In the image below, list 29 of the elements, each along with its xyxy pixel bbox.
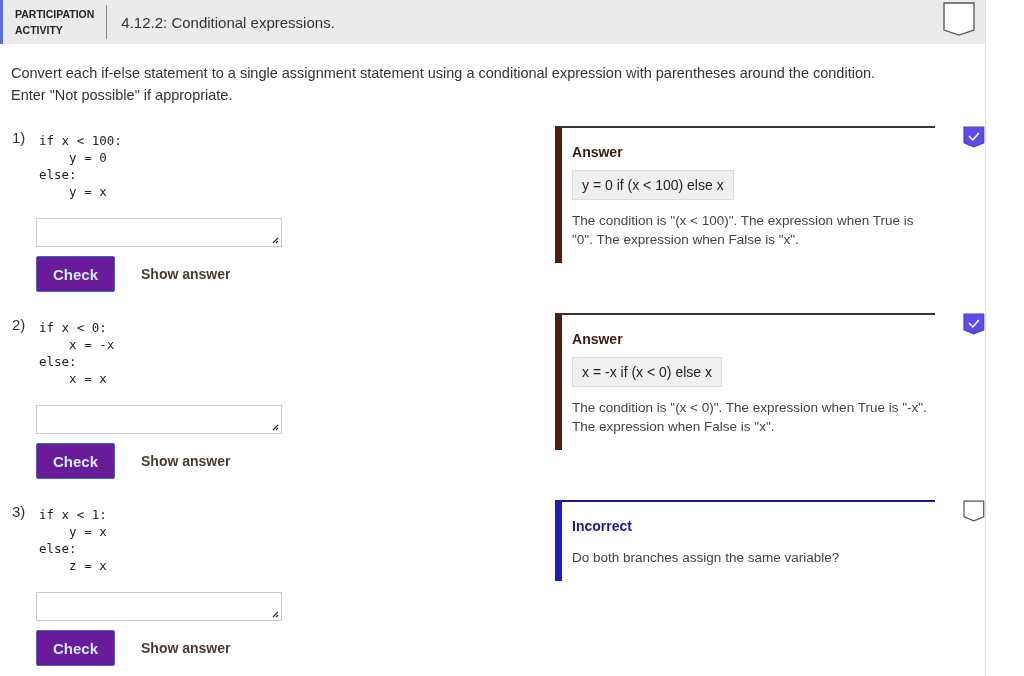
feedback-heading: Answer: [572, 331, 623, 347]
check-button[interactable]: Check: [36, 256, 115, 292]
answer-field[interactable]: [36, 592, 282, 621]
code-snippet-text: if x < 100: y = 0 else: y = x: [39, 132, 122, 200]
code-snippet-text: if x < 1: y = x else: z = x: [39, 506, 107, 574]
question-number: 2): [12, 316, 27, 335]
resize-handle-icon[interactable]: [271, 610, 279, 618]
check-button[interactable]: Check: [36, 443, 115, 479]
instructions-text: Convert each if-else statement to a single assignment statement using a conditional expression with parentheses around the condition. Enter "Not possible" if appropriate.: [11, 64, 877, 105]
show-answer-link[interactable]: Show answer: [141, 453, 231, 469]
check-button[interactable]: Check: [36, 630, 115, 666]
feedback-text: The condition is "(x < 100)". The expression when True is "0". The expression when False is "x".: [572, 212, 915, 249]
feedback-text: The condition is "(x < 0)". The expression when True is "-x". The expression when False is "x".: [572, 399, 928, 436]
activity-type-label: PARTICIPATION ACTIVITY: [15, 6, 95, 38]
show-answer-link[interactable]: Show answer: [141, 266, 231, 282]
question-number: 3): [12, 503, 27, 522]
answer-field[interactable]: [36, 405, 282, 434]
feedback-text: Do both branches assign the same variable?: [572, 549, 840, 567]
show-answer-link[interactable]: Show answer: [141, 640, 231, 656]
question-number: 1): [12, 129, 27, 148]
feedback-heading: Answer: [572, 144, 623, 160]
activity-title: 4.12.2: Conditional expressions.: [121, 13, 336, 31]
code-snippet-text: if x < 0: x = -x else: x = x: [39, 319, 115, 387]
feedback-heading: Incorrect: [572, 518, 632, 534]
resize-handle-icon[interactable]: [271, 423, 279, 431]
answer-box: x = -x if (x < 0) else x: [572, 357, 722, 387]
answer-box: y = 0 if (x < 100) else x: [572, 170, 734, 200]
resize-handle-icon[interactable]: [271, 236, 279, 244]
answer-field[interactable]: [36, 218, 282, 247]
